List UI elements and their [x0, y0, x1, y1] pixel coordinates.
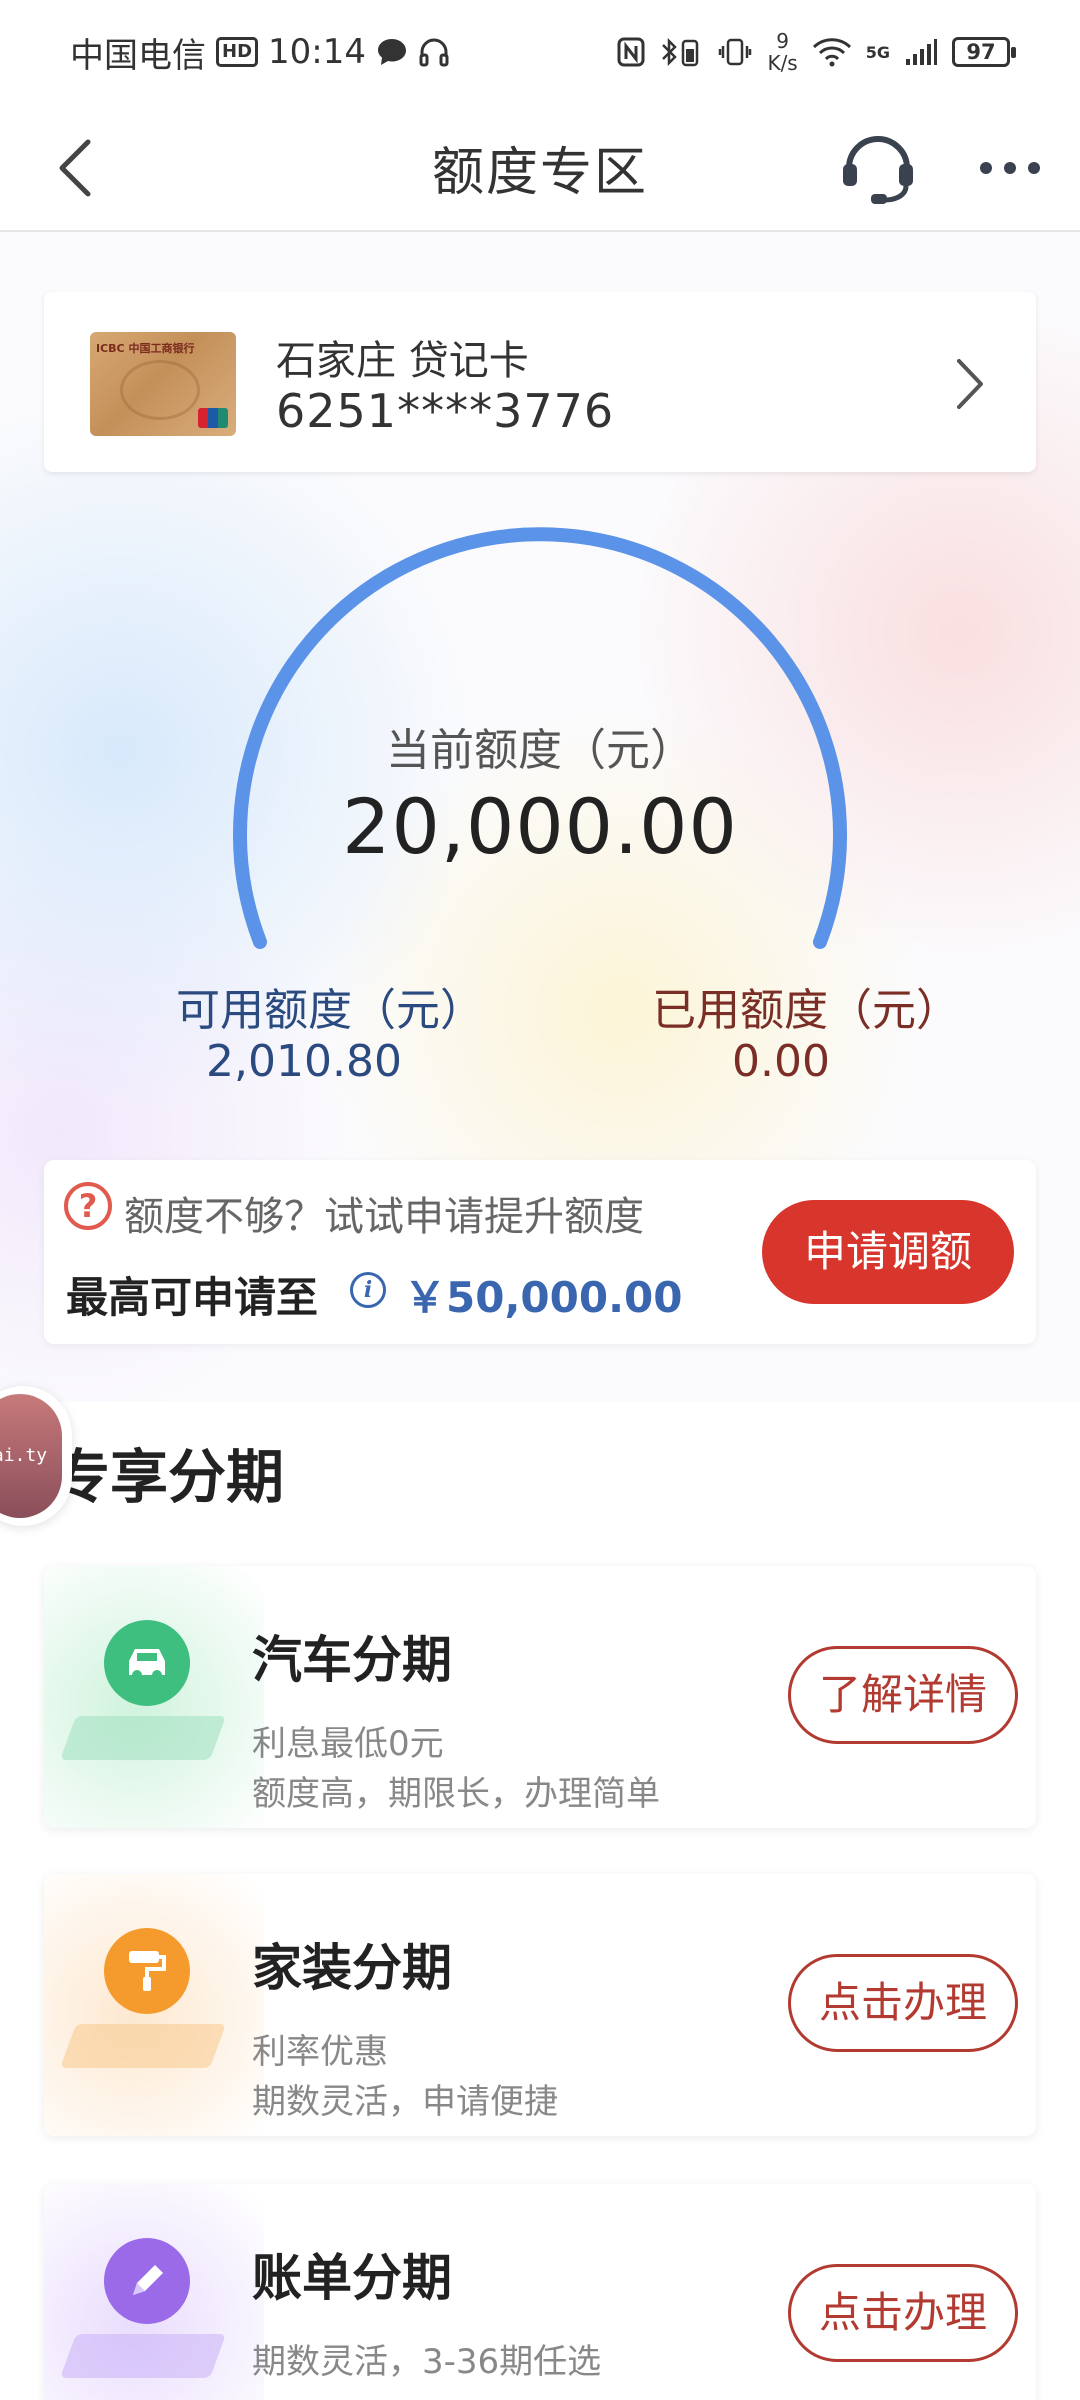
apply-now-button[interactable]: 点击办理: [788, 1954, 1018, 2052]
carrier-label: 中国电信: [70, 35, 206, 76]
floating-widget-text: ai.ty: [0, 1394, 62, 1518]
headset-icon: [843, 136, 913, 204]
raise-max-amount: ￥50,000.00: [404, 1273, 683, 1322]
status-left: 中国电信 HD 10:14: [70, 28, 450, 77]
installment-subtitle: 利息最低0元: [252, 1724, 444, 1764]
installment-subtitle: 利率优惠: [252, 2032, 388, 2072]
installment-card-bill[interactable]: 账单分期 期数灵活，3-36期任选 点击办理: [44, 2184, 1036, 2400]
net-speed-value: 9: [776, 29, 789, 53]
clock: 10:14: [268, 32, 366, 72]
cell-signal-icon: [906, 39, 937, 65]
more-button[interactable]: [970, 128, 1050, 208]
floating-widget[interactable]: ai.ty: [0, 1386, 72, 1526]
current-credit-value: 20,000.00: [342, 782, 738, 871]
card-pattern: [120, 360, 200, 420]
page-title: 额度专区: [431, 142, 648, 203]
installment-subtitle: 期数灵活，3-36期任选: [252, 2342, 602, 2382]
chat-bubble-icon: [378, 39, 406, 65]
card-arrow[interactable]: [940, 344, 1000, 424]
raise-limit-panel: ? 额度不够？试试申请提升额度 最高可申请至 i ￥50,000.00 申请调额: [44, 1160, 1036, 1344]
installments-title: 专享分期: [52, 1443, 285, 1511]
used-credit-label: 已用额度（元）: [652, 985, 960, 1036]
signal-type: 5G: [865, 42, 890, 62]
available-credit-value: 2,010.80: [206, 1036, 402, 1087]
current-credit-label: 当前额度（元）: [386, 725, 694, 776]
question-icon: ?: [64, 1182, 112, 1230]
learn-more-button[interactable]: 了解详情: [788, 1646, 1018, 1744]
net-speed-unit: K/s: [767, 51, 798, 75]
back-button[interactable]: [40, 132, 112, 204]
chevron-right-icon: [957, 359, 983, 409]
paint-roller-icon: [104, 1928, 190, 2014]
pen-icon: [104, 2238, 190, 2324]
card-number: 6251****3776: [276, 384, 615, 438]
status-bar: 中国电信 HD 10:14 9 K/s 5G 97: [0, 0, 1080, 104]
info-icon[interactable]: i: [350, 1272, 386, 1308]
installment-title: 家装分期: [252, 1939, 452, 1997]
raise-max-label: 最高可申请至: [66, 1273, 319, 1322]
icon-platform: [59, 2024, 227, 2068]
wifi-icon: [812, 38, 851, 67]
status-right: 9 K/s 5G 97: [617, 30, 1016, 74]
apply-now-button[interactable]: 点击办理: [788, 2264, 1018, 2362]
customer-service-button[interactable]: [838, 128, 918, 208]
installment-card-home[interactable]: 家装分期 利率优惠 期数灵活，申请便捷 点击办理: [44, 1874, 1036, 2136]
battery-indicator: 97: [952, 37, 1016, 67]
hd-badge: HD: [216, 37, 259, 67]
icon-platform: [59, 2334, 227, 2378]
installment-title: 汽车分期: [252, 1631, 452, 1689]
headphones-icon: [419, 38, 449, 67]
card-selector[interactable]: ICBC 中国工商银行 石家庄 贷记卡 6251****3776: [44, 292, 1036, 472]
used-credit-value: 0.00: [732, 1036, 830, 1087]
car-icon: [104, 1620, 190, 1706]
unionpay-logo-icon: [198, 408, 228, 428]
card-image: ICBC 中国工商银行: [90, 332, 236, 436]
credit-gauge: [233, 527, 847, 949]
more-dots-icon: [980, 162, 1040, 174]
nfc-icon: [617, 37, 645, 67]
available-credit-label: 可用额度（元）: [176, 985, 484, 1036]
bluetooth-battery-icon: [662, 37, 699, 67]
icon-platform: [59, 1716, 227, 1760]
title-bar: 额度专区: [0, 104, 1080, 232]
installment-description: 额度高，期限长，办理简单: [252, 1774, 660, 1814]
installment-card-car[interactable]: 汽车分期 利息最低0元 额度高，期限长，办理简单 了解详情: [44, 1566, 1036, 1828]
card-bank-text: ICBC 中国工商银行: [96, 342, 195, 355]
installment-title: 账单分期: [252, 2249, 452, 2307]
apply-raise-button[interactable]: 申请调额: [762, 1200, 1014, 1304]
credit-overview: ICBC 中国工商银行 石家庄 贷记卡 6251****3776 当前额度（元）…: [0, 232, 1080, 1402]
installment-description: 期数灵活，申请便捷: [252, 2082, 558, 2122]
raise-hint: 额度不够？试试申请提升额度: [124, 1194, 644, 1240]
card-name: 石家庄 贷记卡: [276, 338, 529, 384]
network-speed: 9 K/s: [767, 30, 797, 74]
chevron-left-icon: [59, 139, 91, 197]
vibrate-icon: [719, 38, 752, 66]
